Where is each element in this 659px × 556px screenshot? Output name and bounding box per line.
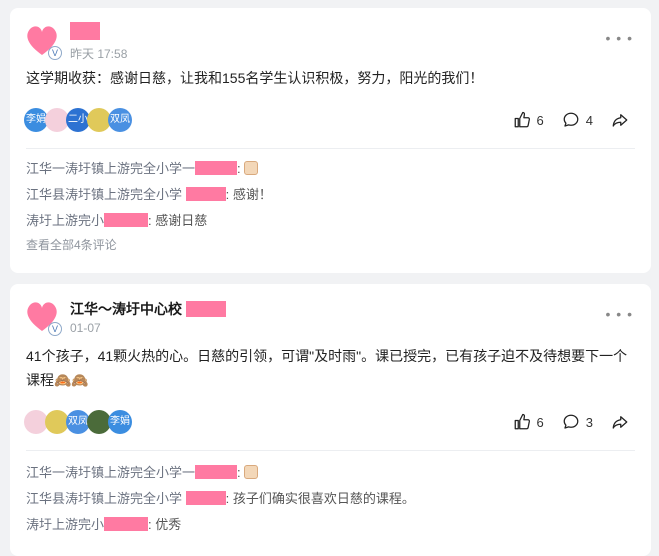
comment-count: 4 — [585, 112, 593, 128]
chat-bubble-icon — [563, 414, 579, 429]
post-time: 01-07 — [70, 321, 101, 335]
thumbs-up-icon — [514, 413, 530, 430]
share-button[interactable] — [611, 413, 635, 431]
comment-text: : — [237, 161, 241, 176]
comment-item[interactable]: 江华县涛圩镇上游完全小学 : 感谢！ — [26, 182, 635, 208]
share-button[interactable] — [611, 111, 635, 129]
commenter-name[interactable]: 江华县涛圩镇上游完全小学 — [26, 187, 182, 202]
comment-text: : 优秀 — [148, 517, 182, 532]
share-arrow-icon — [612, 114, 628, 127]
post-actions: 6 4 — [495, 108, 635, 132]
more-dots-icon[interactable]: • • • — [606, 306, 633, 322]
commenter-name[interactable]: 涛圩上游完小 — [26, 517, 104, 532]
redacted-name — [195, 161, 238, 175]
comment-button[interactable]: 4 — [562, 111, 593, 129]
like-button[interactable]: 6 — [513, 413, 544, 431]
liker-avatars[interactable]: 双凤 李娟 — [24, 410, 164, 434]
redacted-name — [195, 465, 238, 479]
redacted-name — [104, 517, 149, 531]
verified-badge-icon: V — [48, 46, 62, 60]
comment-item[interactable]: 涛圩上游完小 : 感谢日慈 — [26, 208, 635, 234]
like-count: 6 — [536, 112, 544, 128]
share-arrow-icon — [612, 416, 628, 429]
divider — [26, 148, 635, 149]
liker-avatar[interactable]: 李娟 — [108, 410, 132, 434]
post-actions: 6 3 — [495, 410, 635, 434]
post-content: 41个孩子，41颗火热的心。日慈的引领，可谓"及时雨"。课已授完，已有孩子迫不及… — [26, 348, 628, 388]
comment-item[interactable]: 江华一涛圩镇上游完全小学一: — [26, 156, 635, 182]
post-card: V 江华～涛圩中心校 01-07 • • • 41个孩子，41颗火热的心。日慈的… — [10, 284, 651, 556]
redacted-author-name — [186, 301, 226, 317]
comment-text: : 感谢！ — [225, 187, 272, 202]
commenter-name[interactable]: 江华一涛圩镇上游完全小学一 — [26, 161, 195, 176]
commenter-name[interactable]: 涛圩上游完小 — [26, 213, 104, 228]
comment-button[interactable]: 3 — [562, 413, 593, 431]
liker-avatar[interactable]: 双凤 — [108, 108, 132, 132]
comment-list: 江华一涛圩镇上游完全小学一: 江华县涛圩镇上游完全小学 : 感谢！ 涛圩上游完小… — [26, 156, 635, 256]
thumbs-up-emoji-icon — [244, 465, 259, 479]
redacted-name — [185, 187, 226, 201]
redacted-name — [185, 491, 226, 505]
thumbs-up-icon — [514, 111, 530, 128]
chat-bubble-icon — [563, 112, 579, 127]
more-dots-icon[interactable]: • • • — [606, 30, 633, 46]
post-card: V 昨天 17:58 • • • 这学期收获：感谢日慈，让我和155名学生认识积… — [10, 8, 651, 273]
like-count: 6 — [536, 414, 544, 430]
comment-item[interactable]: 江华一涛圩镇上游完全小学一: — [26, 460, 635, 486]
comment-text: : 孩子们确实很喜欢日慈的课程。 — [225, 491, 415, 506]
comment-count: 3 — [585, 414, 593, 430]
post-time: 昨天 17:58 — [70, 47, 128, 61]
comment-item[interactable]: 涛圩上游完小 : 优秀 — [26, 512, 635, 538]
like-button[interactable]: 6 — [513, 111, 544, 129]
comment-text: : — [237, 465, 241, 480]
author-name[interactable]: 江华～涛圩中心校 — [70, 299, 182, 319]
thumbs-up-emoji-icon — [244, 161, 259, 175]
post-content: 这学期收获：感谢日慈，让我和155名学生认识积极，努力，阳光的我们！ — [26, 70, 484, 86]
redacted-name — [104, 213, 149, 227]
verified-badge-icon: V — [48, 322, 62, 336]
comment-text: : 感谢日慈 — [148, 213, 208, 228]
comment-item[interactable]: 江华县涛圩镇上游完全小学 : 孩子们确实很喜欢日慈的课程。 — [26, 486, 635, 512]
commenter-name[interactable]: 江华一涛圩镇上游完全小学一 — [26, 465, 195, 480]
commenter-name[interactable]: 江华县涛圩镇上游完全小学 — [26, 491, 182, 506]
comment-list: 江华一涛圩镇上游完全小学一: 江华县涛圩镇上游完全小学 : 孩子们确实很喜欢日慈… — [26, 460, 635, 538]
divider — [26, 450, 635, 451]
liker-avatars[interactable]: 李娟 二小 双凤 — [24, 108, 164, 132]
view-all-comments-link[interactable]: 查看全部4条评论 — [26, 234, 635, 256]
redacted-author-name — [70, 22, 100, 40]
